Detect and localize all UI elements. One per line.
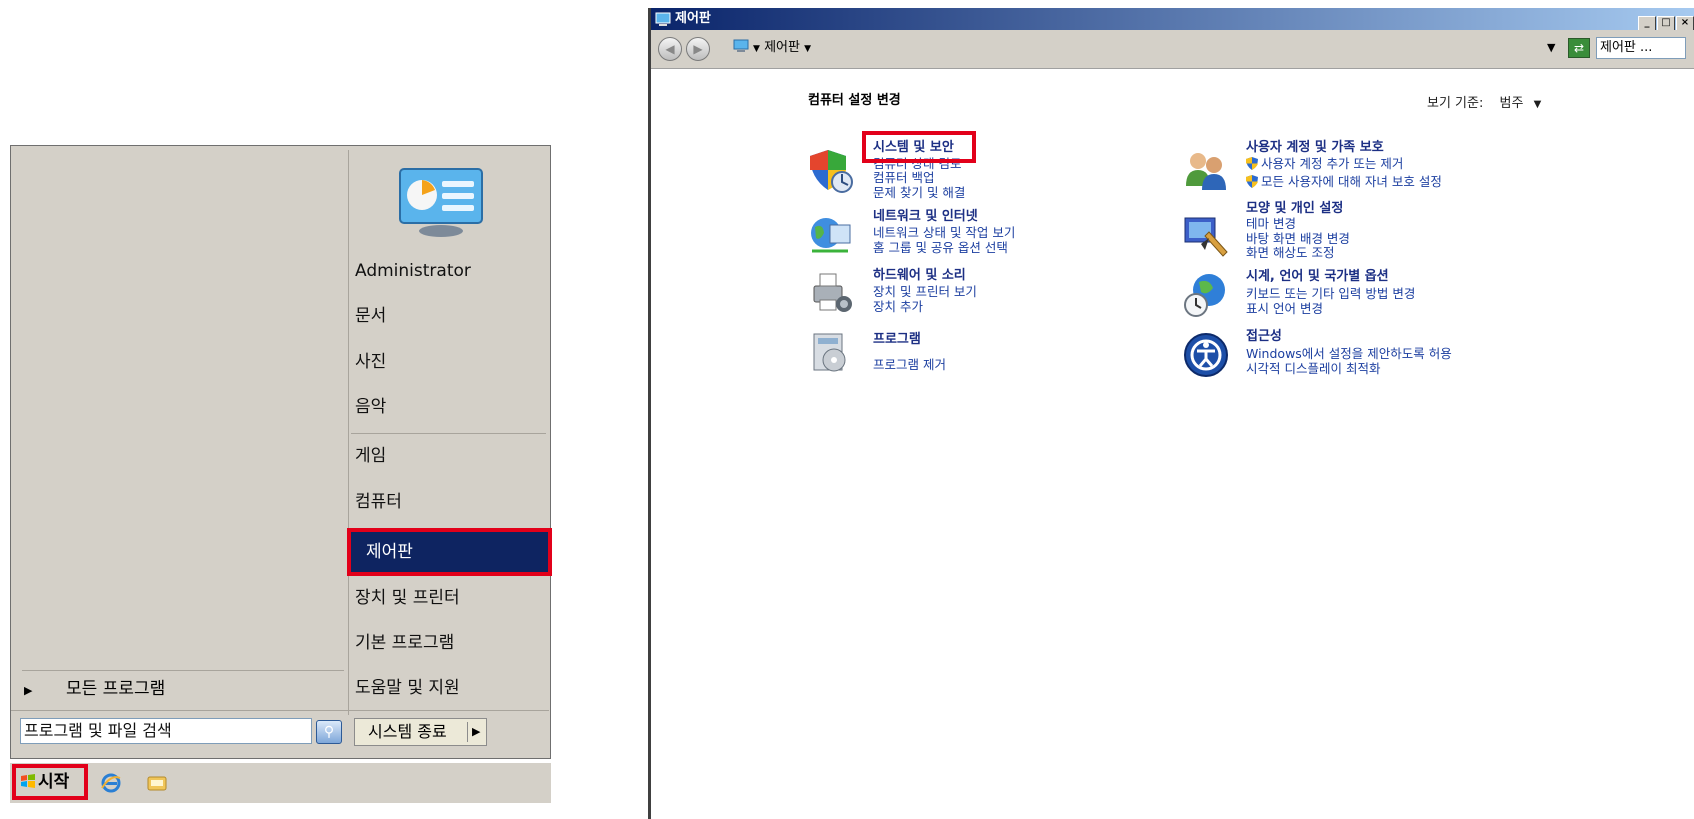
link-network-status[interactable]: 네트워크 상태 및 작업 보기 — [873, 225, 1015, 240]
category-clock-language-region[interactable]: 시계, 언어 및 국가별 옵션 — [1246, 269, 1389, 285]
link-optimize-visual-display[interactable]: 시각적 디스플레이 최적화 — [1246, 361, 1380, 376]
breadcrumb[interactable]: ▼ 제어판 ▼ — [733, 37, 811, 59]
search-icon[interactable]: ⚲ — [316, 720, 342, 744]
start-label: 시작 — [38, 772, 70, 792]
link-add-remove-accounts[interactable]: 사용자 계정 추가 또는 제거 — [1246, 156, 1403, 171]
control-panel-icon — [733, 39, 749, 52]
link-add-device[interactable]: 장치 추가 — [873, 299, 923, 314]
page-title: 컴퓨터 설정 변경 — [808, 93, 901, 108]
link-adjust-resolution[interactable]: 화면 해상도 조정 — [1246, 245, 1334, 260]
refresh-icon[interactable]: ⇄ — [1568, 38, 1590, 58]
category-appearance[interactable]: 모양 및 개인 설정 — [1246, 201, 1343, 217]
link-devices-printers[interactable]: 장치 및 프린터 보기 — [873, 284, 977, 299]
start-button[interactable]: 시작 — [12, 764, 88, 800]
link-parental-controls[interactable]: 모든 사용자에 대해 자녀 보호 설정 — [1246, 174, 1442, 189]
explorer-folder-icon[interactable] — [146, 772, 168, 794]
triangle-right-icon: ▶ — [24, 684, 33, 697]
chevron-down-icon[interactable]: ▼ — [1534, 99, 1542, 110]
category-user-accounts[interactable]: 사용자 계정 및 가족 보호 — [1246, 140, 1384, 156]
start-menu-divider — [348, 150, 349, 715]
taskbar — [10, 762, 551, 803]
network-globe-icon[interactable] — [808, 213, 854, 259]
chevron-down-icon[interactable]: ▼ — [753, 44, 760, 54]
link-parental-controls-label: 모든 사용자에 대해 자녀 보호 설정 — [1261, 174, 1442, 189]
link-homegroup-sharing[interactable]: 홈 그룹 및 공유 옵션 선택 — [873, 240, 1008, 255]
all-programs-label: 모든 프로그램 — [66, 679, 166, 699]
window-title: 제어판 — [675, 11, 711, 26]
search-separator — [11, 710, 549, 711]
start-item-pictures[interactable]: 사진 — [355, 342, 545, 382]
accessibility-icon[interactable] — [1183, 332, 1229, 378]
link-backup-computer[interactable]: 컴퓨터 백업 — [873, 170, 934, 185]
uac-shield-icon — [1246, 175, 1258, 188]
category-programs[interactable]: 프로그램 — [873, 332, 921, 348]
category-hardware-sound[interactable]: 하드웨어 및 소리 — [873, 268, 966, 284]
start-user-name[interactable]: Administrator — [355, 251, 545, 291]
clock-globe-icon[interactable] — [1183, 272, 1229, 318]
shutdown-label: 시스템 종료 — [368, 722, 447, 741]
start-item-help-support[interactable]: 도움말 및 지원 — [355, 668, 545, 708]
start-item-computer[interactable]: 컴퓨터 — [355, 482, 545, 522]
control-panel-icon — [655, 12, 671, 26]
all-programs-button[interactable]: ▶ 모든 프로그램 — [20, 674, 330, 704]
start-item-default-programs[interactable]: 기본 프로그램 — [355, 623, 545, 663]
start-item-music[interactable]: 음악 — [355, 387, 545, 427]
chevron-down-icon[interactable]: ▼ — [804, 44, 811, 54]
chevron-down-icon[interactable]: ▼ — [1547, 38, 1555, 58]
start-menu-program-pane — [11, 146, 349, 712]
start-menu-separator — [351, 433, 546, 434]
windows-logo-icon — [21, 774, 35, 788]
shutdown-divider — [467, 722, 468, 742]
shield-icon[interactable] — [808, 148, 854, 194]
appearance-personalization-icon[interactable] — [1183, 212, 1229, 258]
user-accounts-icon[interactable] — [1183, 148, 1229, 194]
control-panel-search-input[interactable]: 제어판 ... — [1596, 37, 1686, 59]
link-uninstall-program[interactable]: 프로그램 제거 — [873, 357, 946, 372]
programs-icon[interactable] — [808, 330, 854, 376]
control-panel-window — [648, 8, 1694, 819]
link-find-fix-problems[interactable]: 문제 찾기 및 해결 — [873, 185, 965, 200]
view-by-value[interactable]: 범주 — [1500, 96, 1524, 111]
uac-shield-icon — [1246, 157, 1258, 170]
start-item-control-panel[interactable]: 제어판 — [347, 528, 552, 576]
start-item-devices-printers[interactable]: 장치 및 프린터 — [355, 578, 545, 618]
category-network-internet[interactable]: 네트워크 및 인터넷 — [873, 209, 978, 225]
printer-icon[interactable] — [808, 270, 854, 316]
start-item-documents[interactable]: 문서 — [355, 296, 545, 336]
title-bar[interactable]: 제어판 _ □ × — [651, 8, 1694, 32]
breadcrumb-control-panel[interactable]: 제어판 — [764, 40, 800, 55]
back-button[interactable]: ◀ — [658, 37, 682, 61]
highlight-box — [862, 131, 976, 163]
link-change-display-language[interactable]: 표시 언어 변경 — [1246, 301, 1323, 316]
triangle-right-icon[interactable]: ▶ — [472, 719, 480, 745]
link-add-remove-accounts-label: 사용자 계정 추가 또는 제거 — [1261, 156, 1404, 171]
all-programs-separator — [22, 670, 344, 671]
forward-button[interactable]: ▶ — [686, 37, 710, 61]
category-ease-of-access[interactable]: 접근성 — [1246, 329, 1282, 345]
view-by-label: 보기 기준: — [1427, 96, 1484, 111]
internet-explorer-icon[interactable] — [100, 772, 122, 794]
view-by[interactable]: 보기 기준: 범주 ▼ — [1427, 92, 1541, 111]
link-change-background[interactable]: 바탕 화면 배경 변경 — [1246, 231, 1350, 246]
link-let-windows-suggest[interactable]: Windows에서 설정을 제안하도록 허용 — [1246, 346, 1452, 361]
start-search-input[interactable]: 프로그램 및 파일 검색 — [20, 718, 312, 744]
shutdown-button[interactable]: 시스템 종료 ▶ — [354, 718, 487, 746]
link-change-theme[interactable]: 테마 변경 — [1246, 216, 1296, 231]
user-picture-icon[interactable] — [398, 167, 484, 237]
start-item-games[interactable]: 게임 — [355, 436, 545, 476]
link-change-keyboards[interactable]: 키보드 또는 기타 입력 방법 변경 — [1246, 286, 1415, 301]
